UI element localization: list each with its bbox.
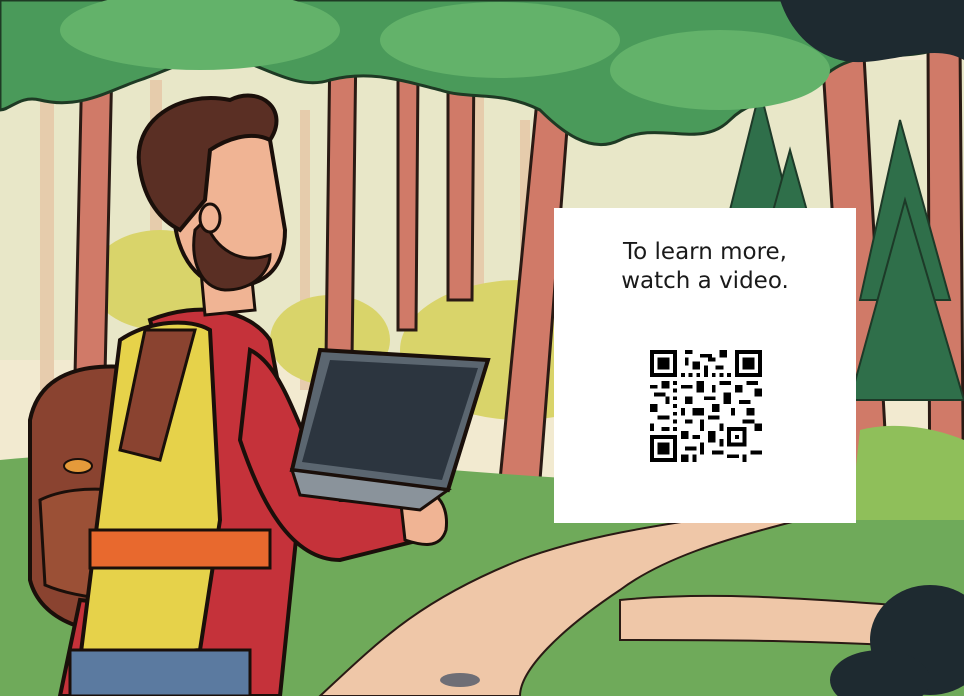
info-card: To learn more, watch a video. xyxy=(554,208,856,523)
info-line-2: watch a video. xyxy=(621,268,789,294)
info-line-1: To learn more, xyxy=(623,239,787,265)
info-message: To learn more, watch a video. xyxy=(554,238,856,296)
qr-code-icon[interactable] xyxy=(650,350,762,462)
